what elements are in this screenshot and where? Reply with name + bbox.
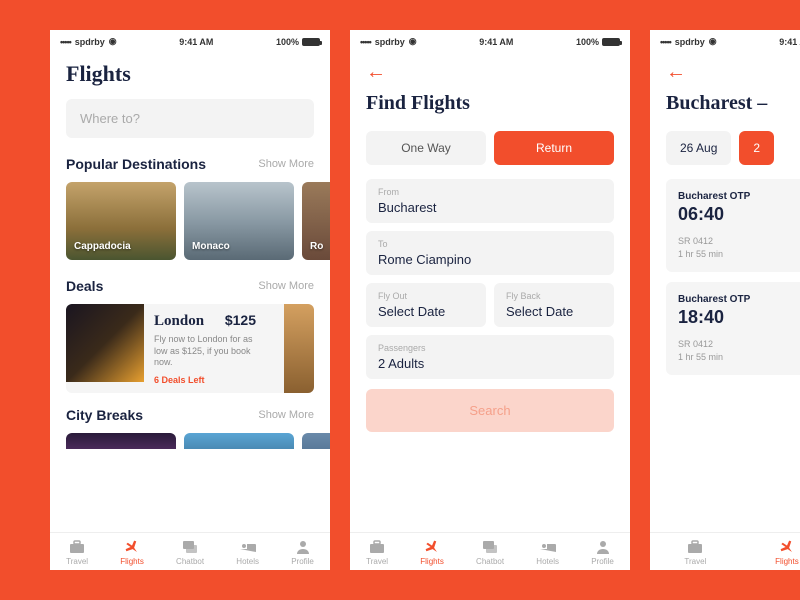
- tab-flights[interactable]: Flights: [775, 539, 799, 566]
- tab-travel[interactable]: Travel: [366, 539, 388, 566]
- citybreak-card[interactable]: [302, 433, 330, 449]
- page-title: Find Flights: [366, 92, 614, 115]
- status-bar: •••••spdrby◉ 9:41 AM 100%: [50, 30, 330, 53]
- suitcase-icon: [368, 539, 386, 555]
- oneway-toggle[interactable]: One Way: [366, 131, 486, 165]
- deal-price: $125: [225, 312, 256, 328]
- show-more-link[interactable]: Show More: [258, 280, 314, 292]
- tab-bar: Travel Flights Chatbot: [650, 532, 800, 570]
- show-more-link[interactable]: Show More: [258, 158, 314, 170]
- destination-card[interactable]: Cappadocia: [66, 182, 176, 260]
- tab-bar: Travel Flights Chatbot Hotels Profile: [350, 532, 630, 570]
- destination-card[interactable]: Monaco: [184, 182, 294, 260]
- back-arrow-icon[interactable]: ←: [366, 61, 386, 84]
- tab-profile[interactable]: Profile: [591, 539, 614, 566]
- screen-results: •••••spdrby◉ 9:41 AM 100% ← Bucharest – …: [650, 30, 800, 570]
- search-button[interactable]: Search: [366, 389, 614, 432]
- deal-card[interactable]: London $125 Fly now to London for as low…: [66, 304, 314, 393]
- flight-card[interactable]: Bucharest OTP 18:40 SR 04121 hr 55 min: [666, 282, 800, 375]
- deal-city: London: [154, 313, 204, 330]
- status-bar: •••••spdrby◉ 9:41 AM 100%: [350, 30, 630, 53]
- return-toggle[interactable]: Return: [494, 131, 614, 165]
- search-input[interactable]: Where to?: [66, 99, 314, 138]
- popular-title: Popular Destinations: [66, 156, 206, 172]
- from-field[interactable]: From Bucharest: [366, 179, 614, 223]
- suitcase-icon: [686, 539, 704, 555]
- deal-image: [66, 304, 144, 382]
- bed-icon: [539, 539, 557, 555]
- person-icon: [294, 539, 312, 555]
- tab-bar: Travel Flights Chatbot Hotels Profile: [50, 532, 330, 570]
- tab-flights[interactable]: Flights: [420, 539, 444, 566]
- screen-find-flights: •••••spdrby◉ 9:41 AM 100% ← Find Flights…: [350, 30, 630, 570]
- tab-flights[interactable]: Flights: [120, 539, 144, 566]
- status-time: 9:41 AM: [479, 37, 513, 47]
- status-time: 9:41 AM: [779, 37, 800, 47]
- tab-travel[interactable]: Travel: [684, 539, 706, 566]
- tab-hotels[interactable]: Hotels: [536, 539, 559, 566]
- plane-icon: [778, 539, 796, 555]
- page-title: Bucharest –: [666, 92, 800, 115]
- deals-title: Deals: [66, 278, 103, 294]
- person-icon: [594, 539, 612, 555]
- chat-icon: [481, 539, 499, 555]
- deals-left: 6 Deals Left: [154, 375, 256, 385]
- date-chip[interactable]: 26 Aug: [666, 131, 731, 165]
- plane-icon: [423, 539, 441, 555]
- tab-chatbot[interactable]: Chatbot: [176, 539, 204, 566]
- date-chip-active[interactable]: 2: [739, 131, 774, 165]
- tab-chatbot[interactable]: Chatbot: [476, 539, 504, 566]
- to-field[interactable]: To Rome Ciampino: [366, 231, 614, 275]
- chat-icon: [181, 539, 199, 555]
- citybreaks-title: City Breaks: [66, 407, 143, 423]
- flight-card[interactable]: Bucharest OTP 06:40 SR 04121 hr 55 min: [666, 179, 800, 272]
- plane-icon: [123, 539, 141, 555]
- show-more-link[interactable]: Show More: [258, 409, 314, 421]
- suitcase-icon: [68, 539, 86, 555]
- tab-profile[interactable]: Profile: [291, 539, 314, 566]
- deal-desc: Fly now to London for as low as $125, if…: [154, 334, 256, 369]
- flyback-field[interactable]: Fly Back Select Date: [494, 283, 614, 327]
- tab-hotels[interactable]: Hotels: [236, 539, 259, 566]
- status-time: 9:41 AM: [179, 37, 213, 47]
- deal-peek: [284, 304, 314, 393]
- back-arrow-icon[interactable]: ←: [666, 61, 686, 84]
- destination-card[interactable]: Ro: [302, 182, 330, 260]
- status-bar: •••••spdrby◉ 9:41 AM 100%: [650, 30, 800, 53]
- passengers-field[interactable]: Passengers 2 Adults: [366, 335, 614, 379]
- tab-travel[interactable]: Travel: [66, 539, 88, 566]
- destination-row[interactable]: Cappadocia Monaco Ro: [66, 182, 314, 260]
- flyout-field[interactable]: Fly Out Select Date: [366, 283, 486, 327]
- screen-flights: •••••spdrby◉ 9:41 AM 100% Flights Where …: [50, 30, 330, 570]
- bed-icon: [239, 539, 257, 555]
- page-title: Flights: [66, 61, 314, 87]
- citybreak-row[interactable]: [66, 433, 314, 449]
- citybreak-card[interactable]: [66, 433, 176, 449]
- citybreak-card[interactable]: [184, 433, 294, 449]
